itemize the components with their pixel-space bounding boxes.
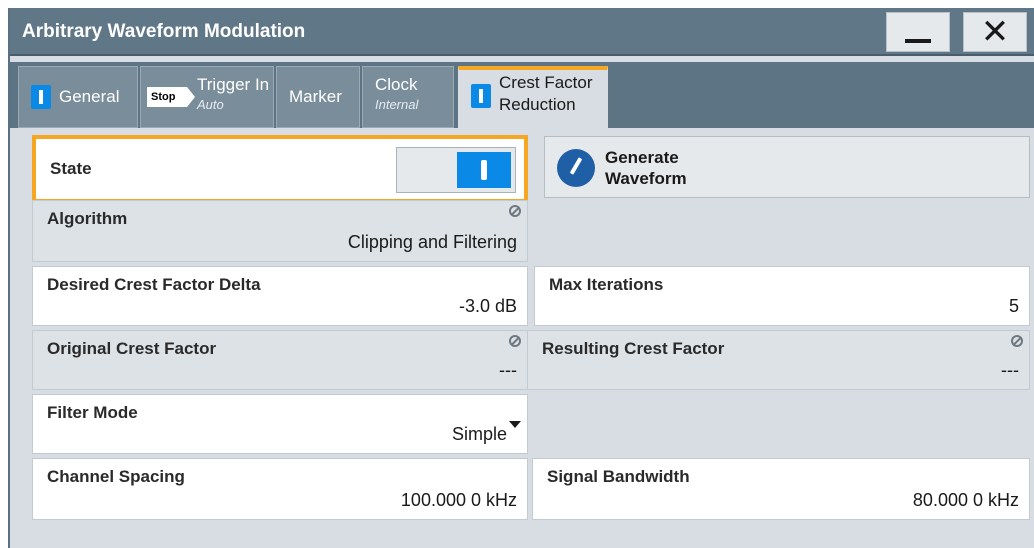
tab-label: Marker	[289, 87, 342, 106]
field-label: Algorithm	[47, 209, 128, 228]
field-value: 80.000 0 kHz	[912, 490, 1019, 510]
max-iterations-field[interactable]: Max Iterations 5	[534, 266, 1030, 326]
tab-sublabel: Internal	[375, 97, 419, 112]
close-button[interactable]: ✕	[963, 12, 1027, 52]
tab-sublabel: Auto	[197, 97, 224, 112]
tab-label: Crest Factor Reduction	[499, 73, 593, 114]
read-only-icon	[509, 205, 521, 217]
tab-marker[interactable]: Marker	[276, 66, 360, 128]
waveform-edit-icon	[557, 149, 595, 187]
title-bar[interactable]: Arbitrary Waveform Modulation ✕	[10, 8, 1034, 56]
tab-crest-factor-reduction[interactable]: Crest Factor Reduction	[458, 66, 608, 128]
stop-badge: Stop	[147, 87, 195, 107]
field-label: Max Iterations	[549, 275, 664, 294]
field-value: Clipping and Filtering	[347, 232, 517, 252]
field-value: ---	[499, 360, 517, 380]
dropdown-arrow-icon	[509, 421, 521, 428]
state-label: State	[50, 159, 92, 178]
read-only-icon	[1011, 335, 1023, 347]
channel-spacing-field[interactable]: Channel Spacing 100.000 0 kHz	[32, 458, 528, 520]
state-on-indicator-icon	[471, 84, 491, 108]
tab-label: Clock	[375, 75, 418, 94]
field-value: Simple	[451, 424, 507, 444]
state-row: State	[32, 135, 528, 203]
tab-clock[interactable]: Clock Internal	[362, 66, 454, 128]
close-icon: ✕	[980, 13, 1010, 51]
field-label: Filter Mode	[47, 403, 138, 422]
field-value: ---	[1001, 360, 1019, 380]
filter-mode-select[interactable]: Filter Mode Simple	[32, 394, 528, 454]
field-label: Signal Bandwidth	[547, 467, 690, 486]
read-only-icon	[509, 335, 521, 347]
arb-waveform-modulation-dialog: Arbitrary Waveform Modulation ✕ General …	[8, 8, 1034, 548]
tab-label: General	[59, 87, 120, 106]
original-crest-factor-field: Original Crest Factor ---	[32, 330, 528, 390]
field-label: Channel Spacing	[47, 467, 185, 486]
minimize-button[interactable]	[886, 12, 950, 52]
field-label: Desired Crest Factor Delta	[47, 275, 261, 294]
tab-trigger-in[interactable]: Stop Trigger In Auto	[140, 66, 274, 128]
desired-crest-factor-delta-field[interactable]: Desired Crest Factor Delta -3.0 dB	[32, 266, 528, 326]
state-on-indicator-icon	[31, 85, 51, 109]
field-label: Original Crest Factor	[47, 339, 217, 358]
signal-bandwidth-field[interactable]: Signal Bandwidth 80.000 0 kHz	[532, 458, 1030, 520]
generate-waveform-button[interactable]: Generate Waveform	[544, 136, 1030, 198]
window-title: Arbitrary Waveform Modulation	[22, 21, 306, 42]
resulting-crest-factor-field: Resulting Crest Factor ---	[527, 330, 1030, 390]
field-value: 100.000 0 kHz	[400, 490, 517, 510]
field-label: Resulting Crest Factor	[542, 339, 725, 358]
generate-waveform-label: Generate Waveform	[605, 148, 687, 188]
state-toggle[interactable]	[396, 147, 516, 193]
minimize-icon	[905, 39, 931, 43]
tab-general[interactable]: General	[18, 66, 138, 128]
field-value: -3.0 dB	[458, 296, 517, 316]
tab-strip: General Stop Trigger In Auto Marker Cloc…	[10, 62, 1034, 128]
field-value: 5	[1008, 296, 1019, 316]
tab-label: Trigger In	[197, 75, 270, 94]
algorithm-field: Algorithm Clipping and Filtering	[32, 200, 528, 262]
toggle-on-knob	[457, 152, 511, 188]
